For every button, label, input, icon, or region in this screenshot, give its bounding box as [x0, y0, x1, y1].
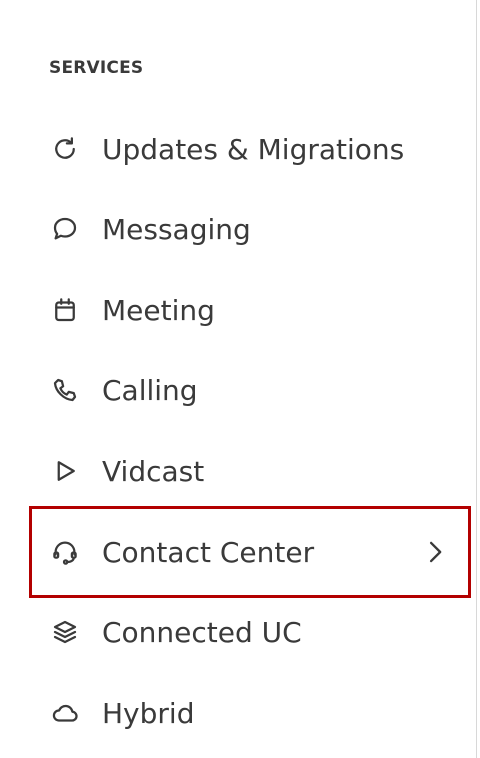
sidebar-item-connected-uc[interactable]: Connected UC	[0, 602, 476, 662]
chevron-right-icon[interactable]	[423, 537, 447, 567]
calendar-icon	[48, 293, 82, 327]
sidebar-item-vidcast[interactable]: Vidcast	[0, 441, 476, 501]
panel-divider	[476, 0, 477, 758]
sidebar-item-label: Messaging	[102, 212, 251, 246]
chat-bubble-icon	[48, 212, 82, 246]
sidebar-item-label: Connected UC	[102, 615, 302, 649]
section-title: SERVICES	[49, 58, 144, 78]
cloud-icon	[48, 696, 82, 730]
sidebar-item-meeting[interactable]: Meeting	[0, 280, 476, 340]
sidebar-item-label: Updates & Migrations	[102, 132, 405, 166]
sidebar-item-contact-center[interactable]: Contact Center	[0, 522, 476, 582]
sidebar-item-label: Vidcast	[102, 454, 205, 488]
sidebar-item-label: Meeting	[102, 293, 215, 327]
sidebar-item-label: Hybrid	[102, 696, 195, 730]
services-sidebar: SERVICES Updates & Migrations Messaging	[0, 0, 476, 758]
refresh-icon	[48, 132, 82, 166]
layers-icon	[48, 615, 82, 649]
sidebar-item-hybrid[interactable]: Hybrid	[0, 683, 476, 743]
sidebar-item-updates-migrations[interactable]: Updates & Migrations	[0, 119, 476, 179]
sidebar-item-calling[interactable]: Calling	[0, 360, 476, 420]
sidebar-item-label: Contact Center	[102, 535, 315, 569]
headset-icon	[48, 535, 82, 569]
sidebar-item-messaging[interactable]: Messaging	[0, 199, 476, 259]
play-icon	[48, 454, 82, 488]
phone-icon	[48, 373, 82, 407]
sidebar-item-label: Calling	[102, 373, 198, 407]
